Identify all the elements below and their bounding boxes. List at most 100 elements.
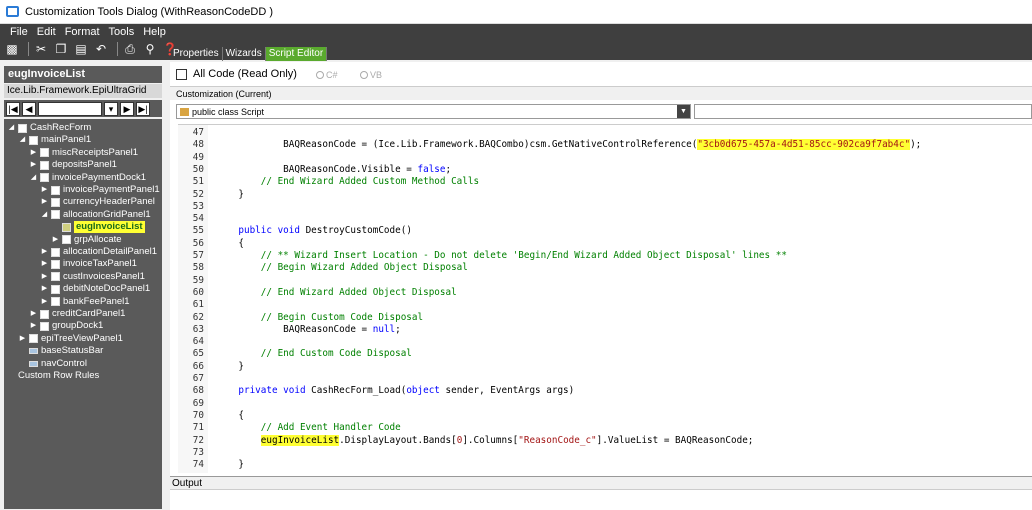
save-icon[interactable]: ▩ [4, 41, 20, 57]
code-line[interactable]: // End Custom Code Disposal [216, 348, 412, 360]
expand-right-icon[interactable]: ▶ [41, 271, 48, 283]
undo-icon[interactable]: ↶ [93, 41, 109, 57]
code-line[interactable]: // ** Wizard Insert Location - Do not de… [216, 250, 787, 262]
all-code-option[interactable]: All Code (Read Only) [176, 68, 297, 80]
code-line[interactable]: eugInvoiceList.DisplayLayout.Bands[0].Co… [216, 434, 753, 447]
tree-item[interactable]: baseStatusBar [19, 345, 103, 357]
last-record-icon[interactable]: ▶| [136, 101, 150, 116]
code-editor[interactable]: 47 48 BAQReasonCode = (Ice.Lib.Framework.… [178, 124, 1032, 473]
expand-right-icon[interactable]: ▶ [30, 308, 37, 320]
cut-icon[interactable]: ✂ [33, 41, 49, 57]
tree-item[interactable]: navControl [19, 358, 87, 370]
code-line[interactable]: { [216, 238, 244, 250]
chevron-down-icon[interactable]: ▼ [677, 105, 690, 118]
paste-icon[interactable]: ▤ [73, 41, 89, 57]
record-input[interactable] [38, 101, 102, 116]
expand-right-icon[interactable]: ▶ [52, 234, 59, 246]
code-line[interactable]: // Begin Custom Code Disposal [216, 312, 423, 324]
code-line[interactable]: // End Wizard Added Object Disposal [216, 287, 457, 299]
expand-down-icon[interactable]: ◢ [30, 172, 37, 184]
expand-down-icon[interactable]: ◢ [8, 122, 15, 134]
all-code-checkbox[interactable] [176, 68, 187, 80]
expand-right-icon[interactable]: ▶ [41, 283, 48, 295]
code-line[interactable]: } [216, 189, 244, 201]
code-line[interactable]: BAQReasonCode = (Ice.Lib.Framework.BAQCo… [216, 139, 921, 151]
tree-item[interactable]: ◢ invoicePaymentDock1 [30, 172, 146, 184]
radio-vb[interactable]: VB [360, 70, 382, 80]
tree-item[interactable]: ◢ mainPanel1 [19, 134, 91, 146]
tree-item[interactable]: ▶ invoiceTaxPanel1 [41, 258, 137, 270]
expand-right-icon[interactable]: ▶ [30, 320, 37, 332]
selected-object-type: Ice.Lib.Framework.EpiUltraGrid [4, 84, 162, 98]
code-line[interactable]: BAQReasonCode.Visible = false; [216, 164, 451, 176]
print-icon[interactable]: ⎙ [122, 41, 138, 57]
code-line[interactable]: private void CashRecForm_Load(object sen… [216, 385, 574, 397]
expand-right-icon[interactable]: ▶ [30, 147, 37, 159]
line-number: 65 [192, 348, 204, 360]
tree-item[interactable]: ▶ depositsPanel1 [30, 159, 117, 171]
expand-down-icon[interactable]: ◢ [41, 209, 48, 221]
code-line[interactable]: public void DestroyCustomCode() [216, 225, 412, 237]
tree-item[interactable]: ▶ groupDock1 [30, 320, 103, 332]
expand-down-icon[interactable]: ◢ [19, 134, 26, 146]
tree-item[interactable]: ▶ currencyHeaderPanel [41, 196, 155, 208]
line-number: 63 [192, 323, 204, 335]
tree-item[interactable]: Custom Row Rules [8, 370, 99, 382]
class-selector[interactable]: public class Script ▼ [176, 104, 691, 119]
output-label: Output [170, 477, 1032, 490]
expand-right-icon[interactable]: ▶ [41, 296, 48, 308]
line-number: 68 [192, 385, 204, 397]
tab-properties[interactable]: Properties [170, 47, 223, 61]
tree-item[interactable]: ▶ debitNoteDocPanel1 [41, 283, 150, 295]
tab-wizards[interactable]: Wizards [223, 47, 266, 61]
tree-item[interactable]: ▶ allocationDetailPanel1 [41, 246, 157, 258]
tree-item[interactable]: eugInvoiceList [52, 221, 145, 234]
code-token: private void [238, 385, 306, 397]
expand-right-icon[interactable]: ▶ [30, 159, 37, 171]
class-icon [180, 107, 189, 116]
method-selector[interactable] [694, 104, 1032, 119]
control-tree[interactable]: ◢ CashRecForm ◢ mainPanel1 ▶ miscReceiptsPane… [4, 119, 162, 509]
tree-item[interactable]: ◢ CashRecForm [8, 122, 91, 134]
code-token: } [216, 459, 244, 471]
expand-right-icon[interactable]: ▶ [41, 184, 48, 196]
code-token: // Add Event Handler Code [260, 422, 401, 434]
code-line[interactable]: } [216, 361, 244, 373]
tree-item[interactable]: ▶ epiTreeViewPanel1 [19, 333, 123, 345]
menu-tools[interactable]: Tools [109, 26, 135, 38]
tab-script-editor[interactable]: Script Editor [265, 47, 328, 61]
tree-item-label: groupDock1 [52, 320, 104, 332]
code-token: .DisplayLayout.Bands[ [339, 434, 457, 446]
previous-record-icon[interactable]: ◀ [22, 101, 36, 116]
expand-right-icon[interactable]: ▶ [19, 333, 26, 345]
tree-item[interactable]: ▶ creditCardPanel1 [30, 308, 126, 320]
tree-item[interactable]: ◢ allocationGridPanel1 [41, 209, 151, 221]
panel-control-icon [40, 160, 49, 170]
line-number: 51 [192, 176, 204, 188]
code-line[interactable]: // Add Event Handler Code [216, 422, 401, 434]
expand-right-icon[interactable]: ▶ [41, 258, 48, 270]
menu-file[interactable]: File [10, 26, 28, 38]
tree-item[interactable]: ▶ custInvoicesPanel1 [41, 271, 145, 283]
copy-icon[interactable]: ❐ [53, 41, 69, 57]
next-record-icon[interactable]: ▶ [120, 101, 134, 116]
tree-item[interactable]: ▶ bankFeePanel1 [41, 296, 130, 308]
dropdown-icon[interactable]: ▾ [104, 101, 118, 116]
tree-item[interactable]: ▶ grpAllocate [52, 234, 122, 246]
menu-format[interactable]: Format [65, 26, 100, 38]
tree-item[interactable]: ▶ miscReceiptsPanel1 [30, 147, 138, 159]
code-line[interactable]: // End Wizard Added Custom Method Calls [216, 176, 479, 188]
code-line[interactable]: { [216, 410, 244, 422]
menu-edit[interactable]: Edit [37, 26, 56, 38]
code-line[interactable]: // Begin Wizard Added Object Disposal [216, 262, 468, 274]
expand-right-icon[interactable]: ▶ [41, 196, 48, 208]
expand-right-icon[interactable]: ▶ [41, 246, 48, 258]
first-record-icon[interactable]: |◀ [6, 101, 20, 116]
tree-item[interactable]: ▶ invoicePaymentPanel1 [41, 184, 160, 196]
find-icon[interactable]: ⚲ [142, 41, 158, 57]
code-line[interactable]: } [216, 459, 244, 471]
menu-help[interactable]: Help [143, 26, 166, 38]
radio-csharp[interactable]: C# [316, 70, 338, 80]
code-line[interactable]: BAQReasonCode = null; [216, 324, 401, 336]
